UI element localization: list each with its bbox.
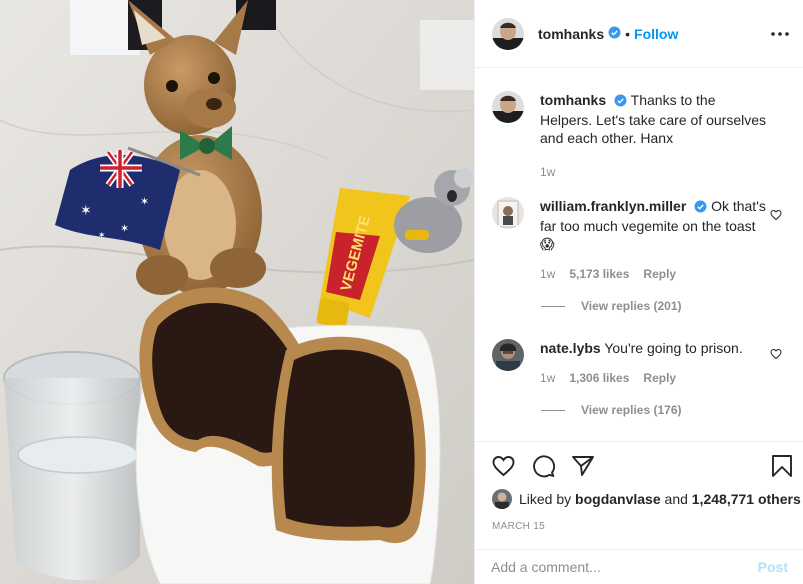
commenter-avatar[interactable] bbox=[492, 197, 524, 229]
post-side-panel: tomhanks • Follow tomhanks Thanks to the… bbox=[474, 0, 803, 584]
commenter-avatar[interactable] bbox=[492, 339, 524, 371]
comment-likes[interactable]: 1,306 likes bbox=[569, 371, 629, 385]
comment-item: nate.lybs You're going to prison. 1w 1,3… bbox=[492, 339, 792, 385]
post-comment-button[interactable]: Post bbox=[758, 559, 788, 575]
comment-input[interactable]: Add a comment... bbox=[491, 559, 601, 575]
svg-text:✶: ✶ bbox=[140, 195, 149, 208]
share-icon[interactable] bbox=[571, 454, 595, 481]
post-date[interactable]: MARCH 15 bbox=[492, 521, 545, 532]
comment-time[interactable]: 1w bbox=[540, 267, 555, 281]
comment-icon[interactable] bbox=[531, 454, 556, 481]
replies-divider-line bbox=[541, 409, 565, 411]
likes-summary[interactable]: Liked by bogdanvlase and 1,248,771 other… bbox=[492, 489, 801, 509]
bookmark-icon[interactable] bbox=[771, 454, 793, 481]
replies-divider-line bbox=[541, 305, 565, 307]
caption-time[interactable]: 1w bbox=[540, 165, 555, 179]
verified-badge-icon bbox=[608, 26, 621, 42]
author-avatar[interactable] bbox=[492, 17, 524, 50]
reply-button[interactable]: Reply bbox=[643, 371, 676, 385]
comment-username[interactable]: nate.lybs bbox=[540, 340, 601, 356]
svg-text:✶: ✶ bbox=[120, 222, 129, 235]
verified-badge-icon bbox=[614, 93, 627, 111]
view-replies-button[interactable]: View replies (201) bbox=[541, 299, 682, 313]
post-actions: Liked by bogdanvlase and 1,248,771 other… bbox=[475, 441, 803, 541]
post-header: tomhanks • Follow bbox=[475, 0, 803, 68]
post-image: ✶ ✶ ✶ ✶ VEGEMITE bbox=[0, 0, 474, 584]
svg-text:✶: ✶ bbox=[98, 231, 106, 241]
instagram-post: ✶ ✶ ✶ ✶ VEGEMITE tomhanks • Follow tomha… bbox=[0, 0, 803, 584]
add-comment-bar: Add a comment... Post bbox=[475, 549, 803, 584]
comment-time[interactable]: 1w bbox=[540, 371, 555, 385]
reply-button[interactable]: Reply bbox=[643, 267, 676, 281]
liked-by-middle: and bbox=[664, 491, 688, 507]
author-username[interactable]: tomhanks bbox=[538, 26, 604, 42]
comment-like-heart-icon[interactable] bbox=[770, 208, 782, 224]
liked-by-prefix: Liked by bbox=[519, 491, 572, 507]
liker-avatar[interactable] bbox=[492, 489, 512, 509]
follow-button[interactable]: Follow bbox=[634, 26, 678, 42]
comment-username[interactable]: william.franklyn.miller bbox=[540, 198, 686, 214]
caption-text-block: tomhanks Thanks to the Helpers. Let's ta… bbox=[540, 91, 766, 147]
view-replies-label: View replies (201) bbox=[581, 299, 682, 313]
heart-icon[interactable] bbox=[491, 454, 516, 481]
likes-count[interactable]: 1,248,771 others bbox=[692, 491, 801, 507]
view-replies-button[interactable]: View replies (176) bbox=[541, 403, 682, 417]
caption-avatar[interactable] bbox=[492, 91, 524, 123]
comment-likes[interactable]: 5,173 likes bbox=[569, 267, 629, 281]
comment-like-heart-icon[interactable] bbox=[770, 347, 782, 363]
view-replies-label: View replies (176) bbox=[581, 403, 682, 417]
header-separator: • bbox=[625, 25, 631, 42]
caption: tomhanks Thanks to the Helpers. Let's ta… bbox=[492, 91, 792, 179]
svg-text:✶: ✶ bbox=[80, 203, 92, 219]
comments-list[interactable]: tomhanks Thanks to the Helpers. Let's ta… bbox=[475, 69, 803, 441]
post-photo: ✶ ✶ ✶ ✶ VEGEMITE bbox=[0, 0, 474, 584]
liked-by-user[interactable]: bogdanvlase bbox=[575, 491, 661, 507]
comment-item: william.franklyn.miller Ok that's far to… bbox=[492, 197, 792, 281]
verified-badge-icon bbox=[694, 199, 707, 217]
comment-text: You're going to prison. bbox=[604, 340, 743, 356]
more-options-icon[interactable] bbox=[768, 22, 792, 46]
caption-username[interactable]: tomhanks bbox=[540, 92, 606, 108]
